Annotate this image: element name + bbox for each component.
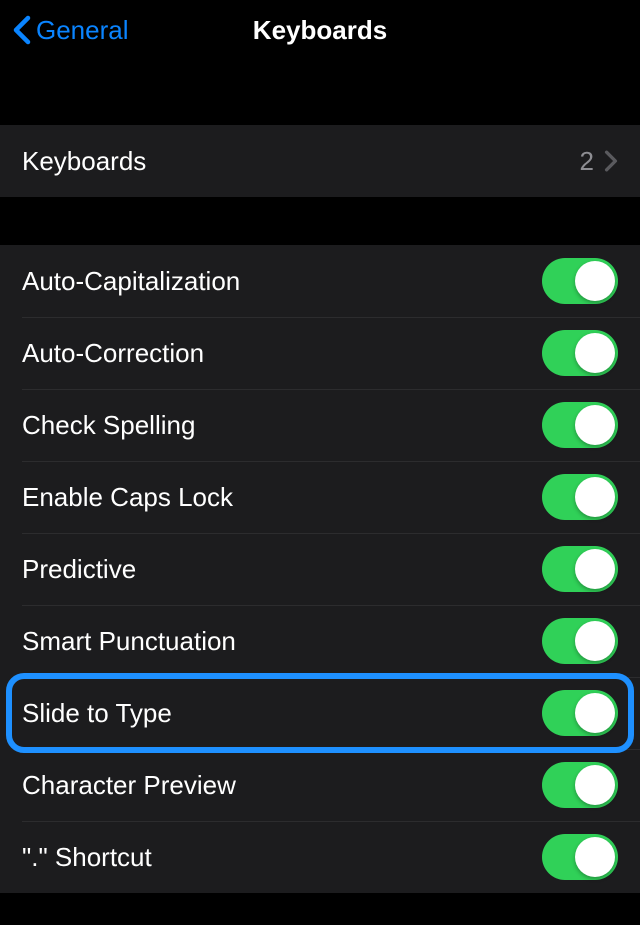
back-button[interactable]: General (12, 15, 129, 46)
setting-row: "." Shortcut (0, 821, 640, 893)
setting-toggle[interactable] (542, 690, 618, 736)
setting-toggle[interactable] (542, 546, 618, 592)
setting-label: Smart Punctuation (22, 626, 236, 657)
setting-row: Check Spelling (0, 389, 640, 461)
setting-label: Slide to Type (22, 698, 172, 729)
setting-row: Predictive (0, 533, 640, 605)
keyboards-count: 2 (580, 146, 594, 177)
nav-header: General Keyboards (0, 0, 640, 60)
keyboards-row[interactable]: Keyboards 2 (0, 125, 640, 197)
setting-row: Auto-Capitalization (0, 245, 640, 317)
setting-label: Check Spelling (22, 410, 195, 441)
setting-toggle[interactable] (542, 618, 618, 664)
chevron-right-icon (604, 150, 618, 172)
setting-toggle[interactable] (542, 402, 618, 448)
setting-label: Predictive (22, 554, 136, 585)
setting-label: "." Shortcut (22, 842, 152, 873)
setting-label: Character Preview (22, 770, 236, 801)
setting-row: Character Preview (0, 749, 640, 821)
setting-toggle[interactable] (542, 474, 618, 520)
setting-label: Auto-Capitalization (22, 266, 240, 297)
section-spacer (0, 197, 640, 245)
keyboards-value: 2 (580, 146, 618, 177)
keyboards-section: Keyboards 2 (0, 125, 640, 197)
setting-toggle[interactable] (542, 258, 618, 304)
chevron-left-icon (12, 15, 32, 45)
setting-toggle[interactable] (542, 762, 618, 808)
typing-settings-section: Auto-Capitalization Auto-Correction Check … (0, 245, 640, 893)
keyboards-label: Keyboards (22, 146, 146, 177)
setting-row: Auto-Correction (0, 317, 640, 389)
setting-label: Enable Caps Lock (22, 482, 233, 513)
setting-row: Slide to Type (0, 677, 640, 749)
setting-row: Enable Caps Lock (0, 461, 640, 533)
section-spacer (0, 60, 640, 125)
back-label: General (36, 15, 129, 46)
page-title: Keyboards (253, 15, 387, 46)
setting-label: Auto-Correction (22, 338, 204, 369)
setting-toggle[interactable] (542, 834, 618, 880)
setting-row: Smart Punctuation (0, 605, 640, 677)
setting-toggle[interactable] (542, 330, 618, 376)
